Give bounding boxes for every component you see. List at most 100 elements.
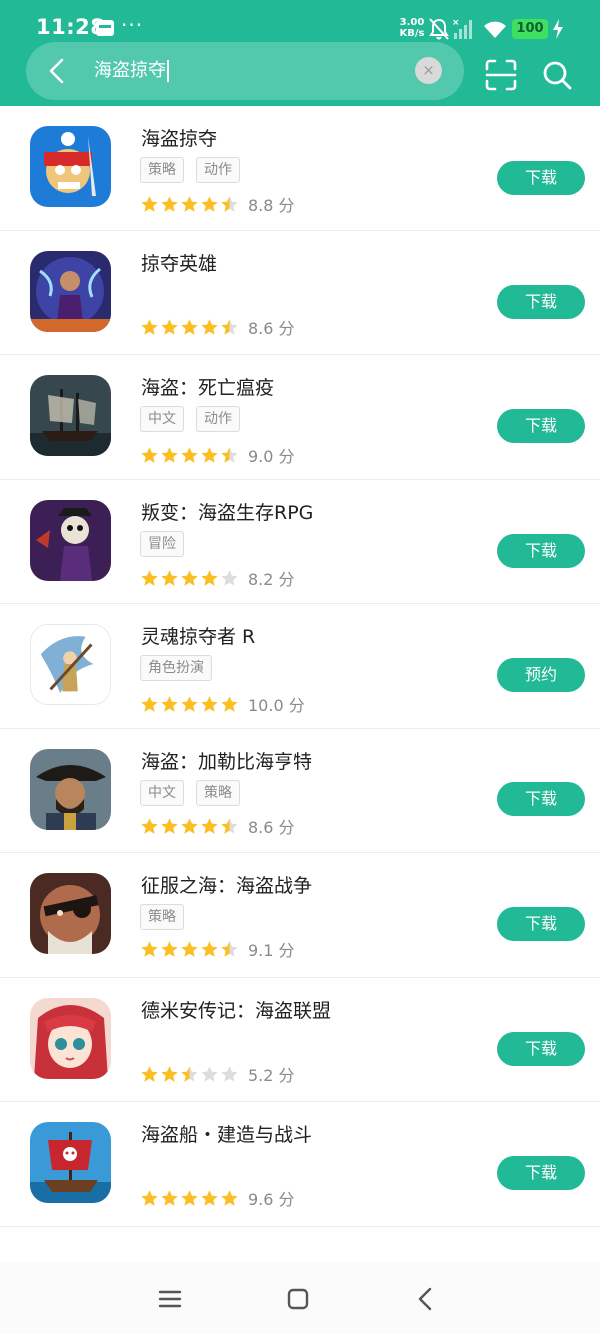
back-arrow-icon[interactable] xyxy=(42,55,74,87)
score: 8.6 分 xyxy=(248,318,295,338)
star-icon xyxy=(181,196,198,212)
download-button[interactable]: 下载 xyxy=(497,533,585,568)
app-icon-soul-raider-r[interactable] xyxy=(30,624,111,705)
app-name[interactable]: 海盗：加勒比海亨特 xyxy=(141,747,312,774)
download-button[interactable]: 下载 xyxy=(497,161,585,195)
search-input[interactable]: 海盗掠夺 xyxy=(94,58,169,84)
app-icon-mutiny-pirate-survival[interactable] xyxy=(30,499,111,581)
star-icon xyxy=(221,696,238,712)
clear-icon[interactable]: × xyxy=(415,57,442,84)
download-button[interactable]: 下载 xyxy=(497,284,585,319)
app-icon-pirates-caribbean-hunt[interactable] xyxy=(30,748,111,830)
app-list-item[interactable]: 海盗：死亡瘟疫 中文 动作 9.0 分 下载 xyxy=(0,355,600,480)
star-icon xyxy=(201,318,218,335)
download-button[interactable]: 下载 xyxy=(497,1031,585,1066)
app-list-item[interactable]: 灵魂掠夺者 R 角色扮演 10.0 分 预约 xyxy=(0,604,600,729)
app-name[interactable]: 灵魂掠夺者 R xyxy=(141,622,255,649)
star-icon xyxy=(141,447,158,463)
app-list-item[interactable]: 掠夺英雄 8.6 分 下载 xyxy=(0,231,600,355)
search-results-list: 海盗掠夺 策略 动作 8.8 分 下载 掠夺英雄 8.6 分 下载 海盗：死亡瘟… xyxy=(0,106,600,1227)
score: 8.6 分 xyxy=(248,817,295,837)
svg-text:×: × xyxy=(452,18,460,28)
charging-icon xyxy=(553,19,563,39)
app-icon-pirates-plague[interactable] xyxy=(30,375,111,456)
header: 11:28 ··· 3.00 KB/s × 100 海盗掠夺 × xyxy=(0,0,600,106)
star-icon xyxy=(181,1065,198,1082)
download-button[interactable]: 下载 xyxy=(497,1156,585,1190)
star-icon xyxy=(141,1190,158,1206)
notification-icon xyxy=(96,20,114,36)
score: 9.6 分 xyxy=(248,1190,295,1209)
star-rating xyxy=(140,816,240,836)
star-icon xyxy=(201,1190,218,1206)
app-list-item[interactable]: 海盗掠夺 策略 动作 8.8 分 下载 xyxy=(0,106,600,231)
star-icon xyxy=(141,318,158,335)
star-icon xyxy=(221,817,238,834)
mute-icon xyxy=(429,18,449,40)
app-name[interactable]: 叛变：海盗生存RPG xyxy=(141,498,313,525)
score: 9.1 分 xyxy=(248,941,295,960)
app-icon-pirate-raid[interactable] xyxy=(30,126,111,207)
tag: 策略 xyxy=(140,157,184,183)
status-icons: × 100 xyxy=(426,16,576,42)
download-button[interactable]: 下载 xyxy=(497,907,585,941)
app-icon-raid-heroes[interactable] xyxy=(30,250,111,332)
search-query: 海盗掠夺 xyxy=(94,60,166,81)
download-button[interactable]: 下载 xyxy=(497,781,585,816)
star-icon xyxy=(181,569,198,586)
network-speed-value: 3.00 xyxy=(399,17,425,28)
tag: 策略 xyxy=(196,779,240,806)
tag-list: 策略 动作 xyxy=(140,157,252,183)
tag: 策略 xyxy=(140,904,184,930)
star-icon xyxy=(221,447,238,463)
network-speed-unit: KB/s xyxy=(399,28,425,39)
app-icon-demian-saga[interactable] xyxy=(30,997,111,1079)
star-icon xyxy=(141,941,158,957)
rating: 8.6 分 xyxy=(140,315,295,338)
app-list-item[interactable]: 海盗船・建造与战斗 9.6 分 下载 xyxy=(0,1102,600,1227)
star-icon xyxy=(181,941,198,957)
search-icon[interactable] xyxy=(540,58,574,92)
star-rating xyxy=(140,445,240,465)
rating: 5.2 分 xyxy=(140,1062,295,1085)
app-name[interactable]: 海盗船・建造与战斗 xyxy=(141,1120,312,1147)
star-icon xyxy=(221,318,238,335)
star-icon xyxy=(181,1190,198,1206)
star-icon xyxy=(201,1065,218,1082)
score: 10.0 分 xyxy=(248,696,305,715)
tag: 角色扮演 xyxy=(140,655,212,681)
app-name[interactable]: 海盗掠夺 xyxy=(141,124,217,151)
battery-icon: 100 xyxy=(512,19,548,39)
star-icon xyxy=(161,447,178,463)
rating: 8.2 分 xyxy=(140,566,295,589)
star-icon xyxy=(201,196,218,212)
app-list-item[interactable]: 叛变：海盗生存RPG 冒险 8.2 分 下载 xyxy=(0,480,600,604)
app-name[interactable]: 海盗：死亡瘟疫 xyxy=(141,373,274,400)
home-icon[interactable] xyxy=(283,1284,313,1314)
app-name[interactable]: 征服之海：海盗战争 xyxy=(141,871,312,898)
app-name[interactable]: 掠夺英雄 xyxy=(141,249,217,276)
star-icon xyxy=(201,696,218,712)
star-icon xyxy=(181,817,198,834)
more-notifications-icon: ··· xyxy=(121,13,144,37)
star-icon xyxy=(161,1065,178,1082)
app-list-item[interactable]: 海盗：加勒比海亨特 中文 策略 8.6 分 下载 xyxy=(0,729,600,853)
menu-icon[interactable] xyxy=(155,1284,185,1314)
app-icon-pirate-ships-build-and-fight[interactable] xyxy=(30,1122,111,1203)
scan-icon[interactable] xyxy=(484,58,518,92)
rating: 9.6 分 xyxy=(140,1186,295,1209)
app-list-item[interactable]: 德米安传记：海盗联盟 5.2 分 下载 xyxy=(0,978,600,1102)
star-rating xyxy=(140,1188,240,1208)
app-name[interactable]: 德米安传记：海盗联盟 xyxy=(141,996,331,1023)
star-icon xyxy=(221,569,238,586)
download-button[interactable]: 下载 xyxy=(497,409,585,443)
back-icon[interactable] xyxy=(411,1284,441,1314)
text-cursor xyxy=(167,60,169,82)
search-box[interactable]: 海盗掠夺 × xyxy=(26,42,464,100)
app-icon-sea-of-conquest[interactable] xyxy=(30,873,111,954)
star-icon xyxy=(141,817,158,834)
app-list-item[interactable]: 征服之海：海盗战争 策略 9.1 分 下载 xyxy=(0,853,600,978)
reserve-button[interactable]: 预约 xyxy=(497,658,585,692)
network-speed: 3.00 KB/s xyxy=(394,17,430,39)
rating: 9.0 分 xyxy=(140,443,295,466)
